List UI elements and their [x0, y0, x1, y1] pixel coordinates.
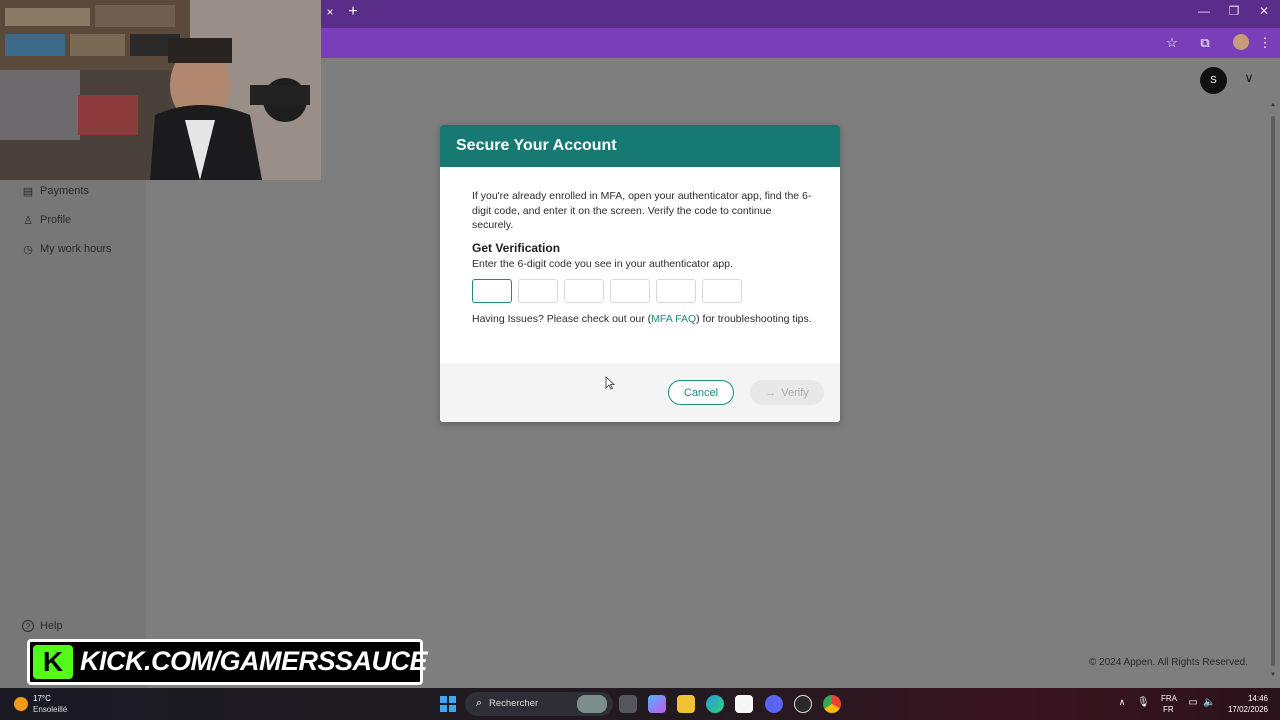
- help-icon: ?: [22, 620, 34, 632]
- mfa-dialog: Secure Your Account If you're already en…: [440, 125, 840, 422]
- code-digit-5-input[interactable]: [656, 279, 696, 303]
- taskbar: 17°C Ensoleillé ⌕ Rechercher ∧ 🎙 FRA FR …: [0, 688, 1280, 720]
- payments-icon: ▤: [22, 185, 34, 198]
- dialog-header: Secure Your Account: [440, 125, 840, 167]
- microphone-icon[interactable]: 🎙: [1137, 697, 1150, 711]
- code-digit-1-input[interactable]: [472, 279, 512, 303]
- help-text-prefix: Having Issues? Please check out our (: [472, 313, 652, 325]
- code-digit-2-input[interactable]: [518, 279, 558, 303]
- dialog-intro-text: If you're already enrolled in MFA, open …: [472, 190, 812, 231]
- new-tab-icon[interactable]: +: [345, 3, 361, 21]
- store-icon[interactable]: [735, 695, 753, 713]
- discord-icon[interactable]: [765, 695, 783, 713]
- help-text: Having Issues? Please check out our (MFA…: [472, 313, 812, 325]
- sidebar-item-profile[interactable]: ♙ Profile: [22, 211, 71, 229]
- scroll-up-icon[interactable]: ▲: [1270, 102, 1276, 108]
- keyboard-layout-indicator[interactable]: FR: [1163, 705, 1174, 714]
- taskbar-search[interactable]: ⌕ Rechercher: [465, 692, 613, 716]
- sidebar-item-label: My work hours: [40, 243, 112, 255]
- bookmark-star-icon[interactable]: ☆: [1162, 33, 1182, 53]
- dialog-title: Secure Your Account: [456, 137, 617, 154]
- windows-logo-icon: [449, 705, 456, 712]
- task-view-icon[interactable]: [619, 695, 637, 713]
- webcam-overlay: [0, 0, 321, 180]
- sidebar-item-work-hours[interactable]: ◷ My work hours: [22, 240, 112, 258]
- obs-icon[interactable]: [794, 695, 812, 713]
- copilot-icon[interactable]: [648, 695, 666, 713]
- search-highlight-image: [577, 695, 607, 713]
- mouse-cursor-icon: [605, 376, 615, 390]
- verification-heading: Get Verification: [472, 241, 561, 255]
- scrollbar-thumb[interactable]: [1271, 116, 1275, 666]
- kick-logo: K: [33, 645, 73, 679]
- help-text-suffix: ) for troubleshooting tips.: [696, 313, 812, 325]
- clock-icon: ◷: [23, 243, 33, 256]
- volume-icon[interactable]: 🔈: [1203, 697, 1215, 711]
- mfa-faq-link[interactable]: MFA FAQ: [651, 313, 696, 325]
- restore-icon[interactable]: ❐: [1222, 4, 1246, 22]
- clock-time[interactable]: 14:46: [1240, 694, 1268, 703]
- stream-url: KICK.COM/GAMERSSAUCE: [80, 646, 428, 676]
- search-placeholder: Rechercher: [489, 698, 539, 709]
- sidebar-item-help[interactable]: ? Help: [22, 617, 63, 635]
- page-scrollbar[interactable]: ▲ ▼: [1270, 102, 1276, 678]
- verify-button-label: Verify: [781, 386, 809, 399]
- file-explorer-icon[interactable]: [677, 695, 695, 713]
- start-button[interactable]: [440, 696, 456, 712]
- arrow-right-icon: →: [765, 386, 777, 399]
- cancel-button[interactable]: Cancel: [668, 380, 734, 405]
- tab-close-icon[interactable]: ×: [323, 5, 337, 21]
- sidebar-item-label: Payments: [40, 185, 89, 197]
- stream-banner: K KICK.COM/GAMERSSAUCE: [27, 639, 428, 685]
- windows-logo-icon: [440, 696, 447, 703]
- sidebar-item-label: Profile: [40, 214, 72, 226]
- chevron-up-icon[interactable]: ∧: [1116, 697, 1128, 711]
- dialog-footer: Cancel → Verify: [440, 363, 840, 422]
- sidebar-item-label: Help: [40, 620, 63, 632]
- windows-logo-icon: [449, 696, 456, 703]
- browser-menu-icon[interactable]: ⋮: [1255, 33, 1275, 53]
- extensions-icon[interactable]: ⧉: [1195, 33, 1215, 53]
- code-digit-6-input[interactable]: [702, 279, 742, 303]
- verification-instructions: Enter the 6-digit code you see in your a…: [472, 258, 733, 270]
- copyright-text: © 2024 Appen. All Rights Reserved.: [1088, 657, 1248, 668]
- weather-sun-icon[interactable]: [14, 697, 28, 711]
- windows-logo-icon: [440, 705, 447, 712]
- language-indicator[interactable]: FRA: [1161, 694, 1177, 703]
- window-close-icon[interactable]: ✕: [1252, 4, 1276, 22]
- network-icon[interactable]: ▭: [1187, 697, 1199, 711]
- minimize-icon[interactable]: —: [1192, 4, 1216, 22]
- weather-temperature[interactable]: 17°C: [33, 694, 51, 703]
- browser-profile-avatar[interactable]: [1233, 34, 1249, 50]
- search-icon: ⌕: [475, 697, 483, 709]
- scroll-down-icon[interactable]: ▼: [1270, 672, 1276, 678]
- code-digit-4-input[interactable]: [610, 279, 650, 303]
- clock-date[interactable]: 17/02/2026: [1224, 705, 1268, 714]
- sidebar-item-payments[interactable]: ▤ Payments: [22, 182, 89, 200]
- chevron-down-icon[interactable]: ∨: [1241, 70, 1257, 86]
- code-digit-3-input[interactable]: [564, 279, 604, 303]
- webcam-feed: [0, 0, 321, 180]
- profile-icon: ♙: [23, 214, 33, 227]
- edge-browser-icon[interactable]: [706, 695, 724, 713]
- user-avatar[interactable]: S: [1200, 67, 1227, 94]
- weather-description[interactable]: Ensoleillé: [33, 705, 67, 714]
- verify-button[interactable]: → Verify: [750, 380, 824, 405]
- chrome-icon[interactable]: [823, 695, 841, 713]
